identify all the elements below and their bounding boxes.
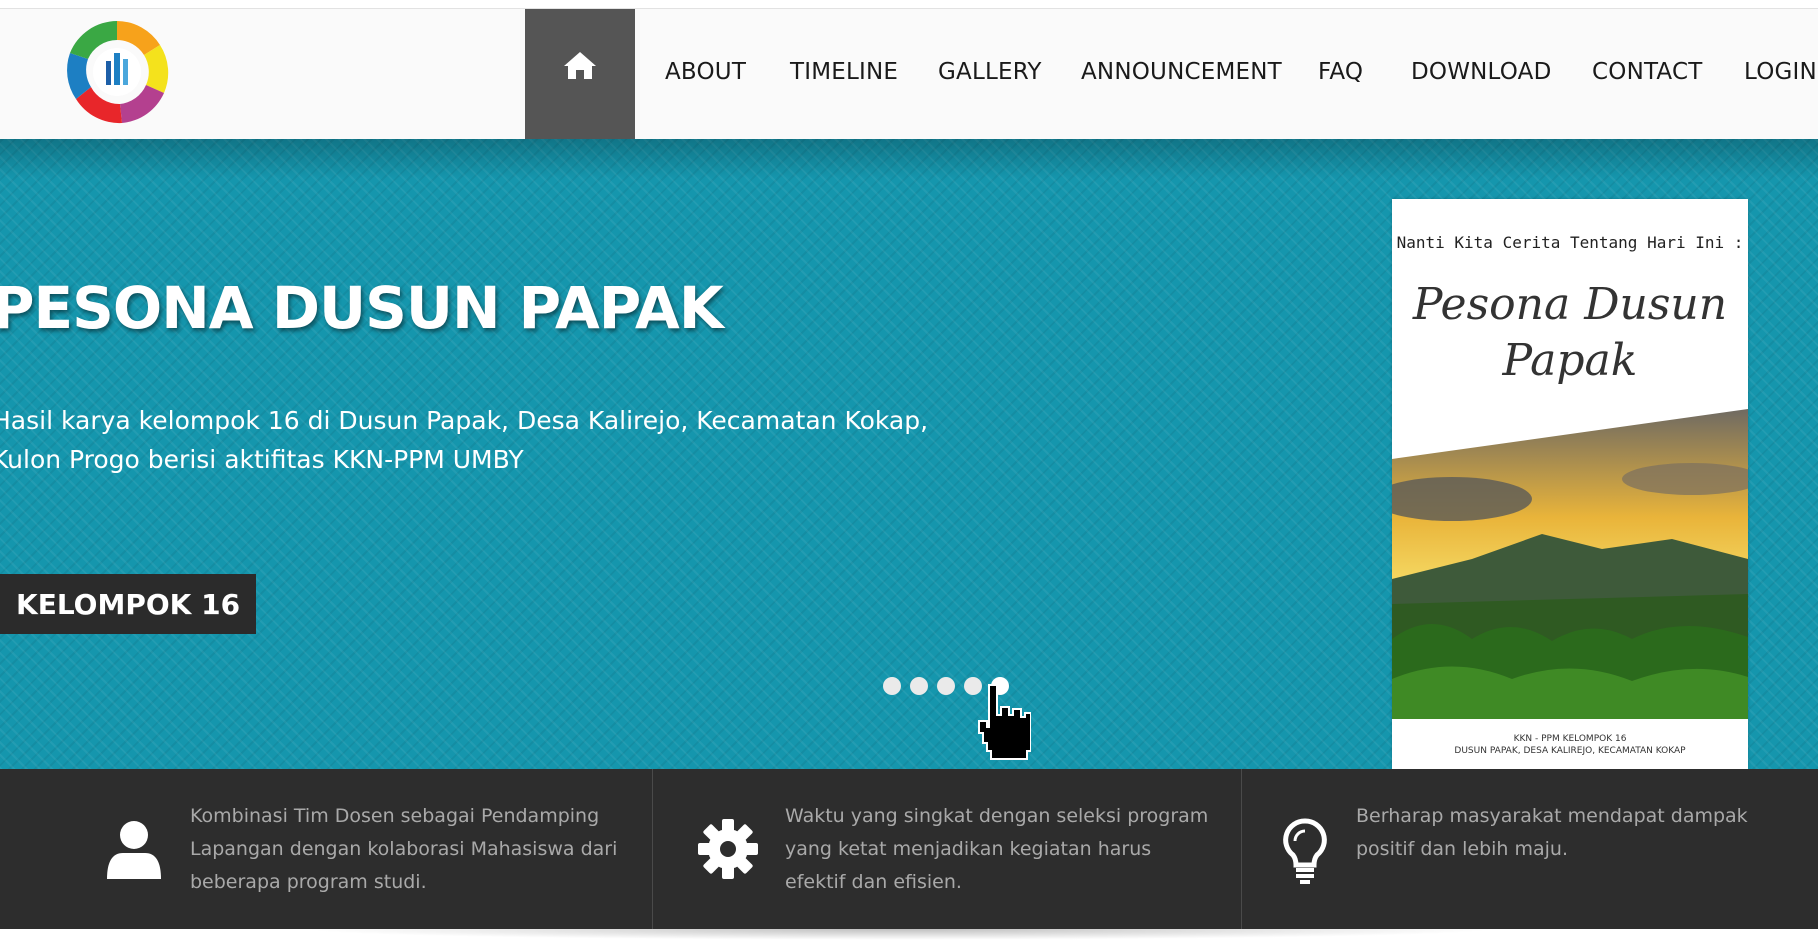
features-strip: Kombinasi Tim Dosen sebagai Pendamping L… [0, 769, 1818, 929]
slider-dot[interactable] [937, 677, 955, 695]
kelompok-button[interactable]: KELOMPOK 16 [0, 574, 256, 634]
home-icon [562, 52, 598, 84]
nav-item-download[interactable]: DOWNLOAD [1411, 59, 1552, 85]
hand-pointer-cursor-icon [975, 683, 1032, 769]
feature-item: Kombinasi Tim Dosen sebagai Pendamping L… [0, 769, 653, 929]
nav-item-gallery[interactable]: GALLERY [938, 59, 1042, 85]
nav-home-button[interactable] [525, 9, 635, 140]
feature-text: Berharap masyarakat mendapat dampak posi… [1356, 805, 1748, 860]
feature-text: Waktu yang singkat dengan seleksi progra… [785, 805, 1209, 893]
site-logo[interactable] [60, 15, 174, 129]
feature-item: Berharap masyarakat mendapat dampak posi… [1241, 769, 1818, 929]
nav-item-announcement[interactable]: ANNOUNCEMENT [1081, 59, 1282, 85]
gear-icon [697, 818, 759, 884]
nav-item-about[interactable]: ABOUT [665, 59, 746, 85]
hero-description: Hasil karya kelompok 16 di Dusun Papak, … [0, 406, 929, 474]
hero-title: PESONA DUSUN PAPAK [0, 274, 724, 342]
user-icon [105, 819, 163, 885]
nav-item-contact[interactable]: CONTACT [1592, 59, 1702, 85]
poster-landscape-image [1392, 409, 1748, 719]
nav-item-timeline[interactable]: TIMELINE [790, 59, 898, 85]
feature-item: Waktu yang singkat dengan seleksi progra… [652, 769, 1242, 929]
lightbulb-icon [1281, 817, 1329, 889]
bottom-shadow [300, 929, 1500, 940]
slider-dot[interactable] [883, 677, 901, 695]
hero-slider: PESONA DUSUN PAPAK Hasil karya kelompok … [0, 139, 1818, 769]
nav-item-faq[interactable]: FAQ [1318, 59, 1363, 85]
poster-caption-line2: DUSUN PAPAK, DESA KALIREJO, KECAMATAN KO… [1454, 746, 1686, 756]
nav-item-login[interactable]: LOGIN [1744, 59, 1817, 85]
poster-script-title: Pesona Dusun Papak [1412, 279, 1728, 386]
poster-heading: Nanti Kita Cerita Tentang Hari Ini : [1396, 233, 1744, 252]
feature-text: Kombinasi Tim Dosen sebagai Pendamping L… [190, 805, 618, 893]
poster-caption-line1: KKN - PPM KELOMPOK 16 [1513, 734, 1627, 744]
navbar: ABOUT TIMELINE GALLERY ANNOUNCEMENT FAQ … [0, 8, 1818, 140]
poster-caption: KKN - PPM KELOMPOK 16 DUSUN PAPAK, DESA … [1392, 733, 1748, 757]
slide-poster: Nanti Kita Cerita Tentang Hari Ini : Pes… [1392, 199, 1748, 769]
slider-dot[interactable] [910, 677, 928, 695]
